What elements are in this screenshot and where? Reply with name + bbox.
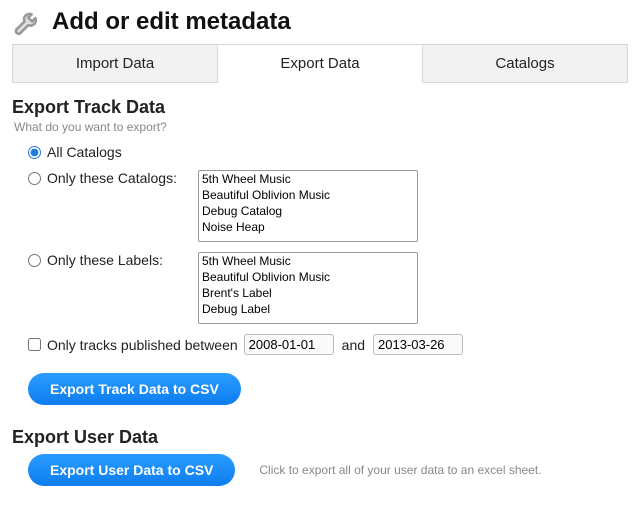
radio-only-catalogs[interactable] (28, 172, 41, 185)
radio-only-catalogs-label: Only these Catalogs: (47, 170, 177, 186)
export-user-hint: Click to export all of your user data to… (259, 463, 541, 477)
tabs: Import Data Export Data Catalogs (12, 44, 628, 83)
export-track-title: Export Track Data (12, 97, 628, 118)
export-track-hint: What do you want to export? (14, 120, 628, 134)
date-and-label: and (342, 337, 365, 353)
date-start-input[interactable] (244, 334, 334, 355)
tab-import-data[interactable]: Import Data (12, 44, 218, 83)
tab-catalogs[interactable]: Catalogs (423, 44, 628, 83)
wrench-icon (12, 6, 44, 38)
select-catalogs[interactable]: 5th Wheel MusicBeautiful Oblivion MusicD… (198, 170, 418, 242)
tab-export-data[interactable]: Export Data (218, 44, 423, 83)
radio-only-labels-label: Only these Labels: (47, 252, 163, 268)
radio-all-catalogs-label: All Catalogs (47, 144, 122, 160)
export-user-title: Export User Data (12, 427, 628, 448)
page-title: Add or edit metadata (52, 8, 291, 36)
radio-all-catalogs[interactable] (28, 146, 41, 159)
export-track-button[interactable]: Export Track Data to CSV (28, 373, 241, 405)
checkbox-date-range-label: Only tracks published between (47, 337, 238, 353)
date-end-input[interactable] (373, 334, 463, 355)
select-labels[interactable]: 5th Wheel MusicBeautiful Oblivion MusicB… (198, 252, 418, 324)
radio-only-labels[interactable] (28, 254, 41, 267)
checkbox-date-range[interactable] (28, 338, 41, 351)
export-user-button[interactable]: Export User Data to CSV (28, 454, 235, 486)
